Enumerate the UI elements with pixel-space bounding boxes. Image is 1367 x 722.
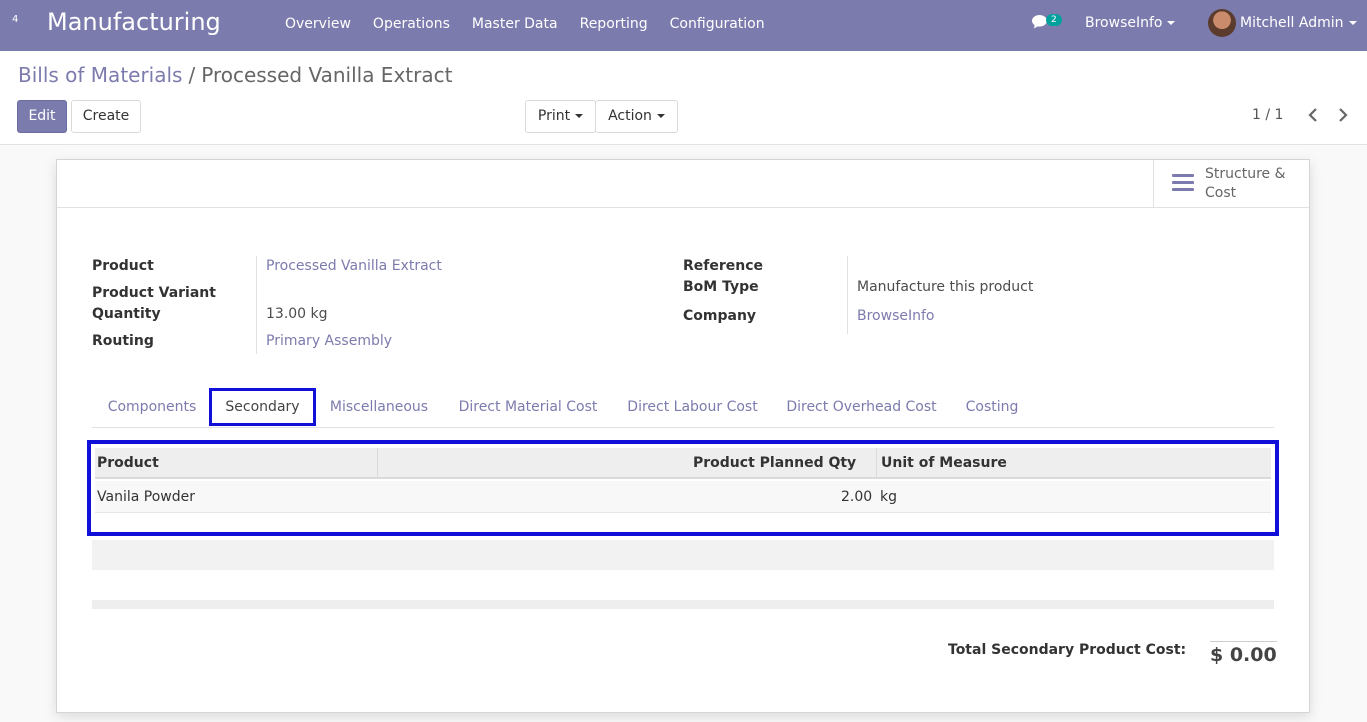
table-footer xyxy=(92,600,1274,609)
app-brand[interactable]: Manufacturing xyxy=(47,8,221,36)
tab-direct-labour-cost[interactable]: Direct Labour Cost xyxy=(626,388,759,426)
pager-value[interactable]: 1 / 1 xyxy=(1252,107,1283,123)
edit-button[interactable]: Edit xyxy=(17,100,67,133)
chevron-down-icon xyxy=(656,114,665,118)
company-label: Company xyxy=(683,308,757,324)
tab-secondary[interactable]: Secondary xyxy=(209,388,316,426)
left-group-divider xyxy=(256,256,257,354)
column-divider xyxy=(377,448,378,479)
breadcrumb-separator: / xyxy=(188,63,196,87)
chevron-down-icon xyxy=(1348,21,1357,25)
menu-operations[interactable]: Operations xyxy=(373,0,450,51)
tab-costing[interactable]: Costing xyxy=(964,388,1020,426)
chat-count-badge: 2 xyxy=(1046,14,1062,26)
table-row[interactable]: Vanila Powder 2.00 kg xyxy=(95,481,1271,513)
product-variant-label: Product Variant xyxy=(92,285,216,301)
column-header-uom[interactable]: Unit of Measure xyxy=(881,448,1007,479)
bom-type-label: BoM Type xyxy=(683,279,759,295)
control-panel: Bills of Materials / Processed Vanilla Ext… xyxy=(0,51,1367,145)
bom-type-field[interactable]: Manufacture this product xyxy=(857,279,1033,295)
user-menu[interactable]: Mitchell Admin xyxy=(1240,15,1357,31)
print-label: Print xyxy=(537,108,571,124)
table-empty-row xyxy=(92,540,1274,570)
button-box: Structure & Cost xyxy=(57,160,1309,208)
avatar[interactable] xyxy=(1208,9,1236,37)
chevron-down-icon xyxy=(575,114,584,118)
breadcrumb-current: Processed Vanilla Extract xyxy=(201,63,453,87)
product-label: Product xyxy=(92,258,154,274)
form-sheet: Structure & Cost Product Processed Vanil… xyxy=(56,159,1310,713)
menu-overview[interactable]: Overview xyxy=(285,0,351,51)
chevron-left-icon xyxy=(1308,108,1317,122)
routing-label: Routing xyxy=(92,333,154,349)
chevron-right-icon xyxy=(1339,108,1348,122)
total-secondary-cost-value: $ 0.00 xyxy=(1210,641,1277,666)
right-group-divider xyxy=(847,256,848,334)
previous-record-button[interactable] xyxy=(1307,107,1319,126)
tab-miscellaneous[interactable]: Miscellaneous xyxy=(328,388,430,426)
reference-label: Reference xyxy=(683,258,764,274)
menu-master-data[interactable]: Master Data xyxy=(472,0,558,51)
cell-uom: kg xyxy=(880,489,897,505)
user-name: Mitchell Admin xyxy=(1240,15,1344,31)
routing-field[interactable]: Primary Assembly xyxy=(266,333,392,349)
breadcrumb: Bills of Materials / Processed Vanilla Ext… xyxy=(18,63,452,87)
menu-reporting[interactable]: Reporting xyxy=(580,0,648,51)
company-field[interactable]: BrowseInfo xyxy=(857,308,934,324)
next-record-button[interactable] xyxy=(1337,107,1349,126)
action-label: Action xyxy=(608,108,652,124)
notebook-tabs: Components Secondary Miscellaneous Direc… xyxy=(92,388,1274,428)
top-navbar: 4 Manufacturing Overview Operations Mast… xyxy=(0,0,1367,51)
quantity-label: Quantity xyxy=(92,306,161,322)
structure-cost-label: Structure & Cost xyxy=(1205,166,1286,201)
tab-components[interactable]: Components xyxy=(106,388,198,426)
print-button[interactable]: Print xyxy=(525,100,596,133)
table-header: Product Product Planned Qty Unit of Meas… xyxy=(95,448,1271,479)
total-secondary-cost-label: Total Secondary Product Cost: xyxy=(948,642,1187,658)
action-button[interactable]: Action xyxy=(595,100,678,133)
tab-direct-overhead-cost[interactable]: Direct Overhead Cost xyxy=(785,388,938,426)
cell-planned-qty: 2.00 xyxy=(841,489,873,505)
breadcrumb-parent[interactable]: Bills of Materials xyxy=(18,63,182,87)
bars-icon xyxy=(1172,174,1194,192)
chevron-down-icon xyxy=(1167,21,1176,25)
company-switcher[interactable]: BrowseInfo xyxy=(1085,15,1176,31)
quantity-field[interactable]: 13.00 kg xyxy=(266,306,328,322)
column-divider xyxy=(876,448,877,479)
secondary-products-table: Product Product Planned Qty Unit of Meas… xyxy=(87,440,1279,536)
structure-cost-button[interactable]: Structure & Cost xyxy=(1153,160,1309,208)
tab-direct-material-cost[interactable]: Direct Material Cost xyxy=(457,388,599,426)
company-name: BrowseInfo xyxy=(1085,15,1163,31)
cell-product: Vanila Powder xyxy=(97,489,195,505)
create-button[interactable]: Create xyxy=(71,100,141,133)
main-menu: Overview Operations Master Data Reportin… xyxy=(285,0,787,51)
menu-configuration[interactable]: Configuration xyxy=(670,0,765,51)
column-header-product[interactable]: Product xyxy=(97,448,159,479)
apps-menu-badge[interactable]: 4 xyxy=(12,14,18,25)
product-field[interactable]: Processed Vanilla Extract xyxy=(266,258,442,274)
column-header-planned-qty[interactable]: Product Planned Qty xyxy=(693,448,856,479)
